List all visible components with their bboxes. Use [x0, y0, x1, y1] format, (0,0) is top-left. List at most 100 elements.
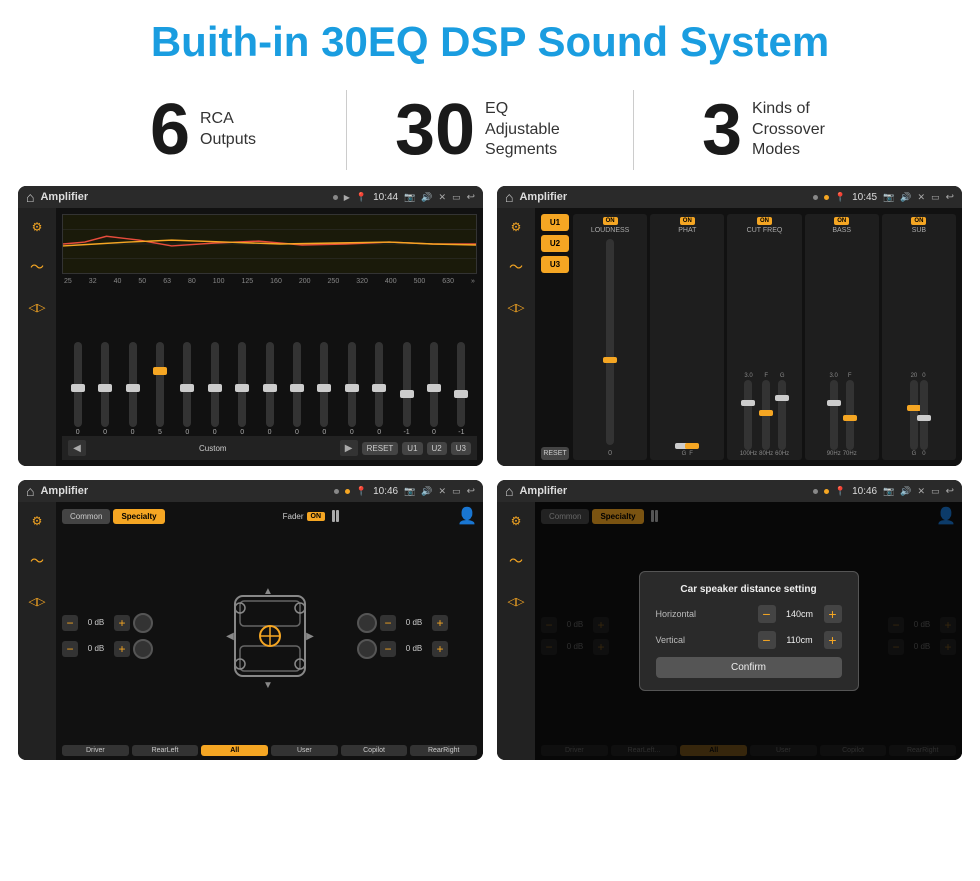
vertical-minus[interactable]: −	[758, 631, 776, 649]
eq-slider-4[interactable]: 5	[146, 342, 173, 436]
sub-sliders: 20 G 0 0	[910, 236, 928, 457]
eq-icon-2[interactable]: ⚙	[505, 216, 527, 238]
wave-icon-3[interactable]: 〜	[26, 550, 48, 572]
screen4-fader-area: Common Specialty 👤 − 0 dB +	[535, 502, 962, 760]
next-arrow[interactable]: ▶	[340, 440, 358, 456]
eq-slider-11[interactable]: 0	[338, 342, 365, 436]
dialog-box: Car speaker distance setting Horizontal …	[639, 571, 859, 691]
phat-label: PHAT	[678, 227, 696, 234]
wave-icon-4[interactable]: 〜	[505, 550, 527, 572]
home-icon-3[interactable]: ⌂	[26, 483, 34, 499]
u2-button-eq[interactable]: U2	[427, 442, 447, 455]
eq-slider-9[interactable]: 0	[283, 342, 310, 436]
eq-label-100: 100	[213, 278, 225, 285]
eq-slider-13[interactable]: -1	[393, 342, 420, 436]
eq-slider-15[interactable]: -1	[448, 342, 475, 436]
play-icon-1: ▶	[344, 193, 350, 202]
eq-icon-4[interactable]: ⚙	[505, 510, 527, 532]
stat-item-crossover: 3 Kinds ofCrossover Modes	[634, 94, 920, 166]
fader-on-badge: ON	[307, 512, 326, 521]
screen3-fader-area: Common Specialty Fader ON 👤 −	[56, 502, 483, 760]
eq-slider-3[interactable]: 0	[119, 342, 146, 436]
driver-btn[interactable]: Driver	[62, 745, 129, 756]
user-btn[interactable]: User	[271, 745, 338, 756]
screen-dialog: ⌂ Amplifier 📍 10:46 📷 🔊 ✕ ▭ ↩ ⚙ 〜 ◁▷ Com…	[497, 480, 962, 760]
eq-label-320: 320	[356, 278, 368, 285]
fr-plus[interactable]: +	[432, 615, 448, 631]
horizontal-label: Horizontal	[656, 609, 716, 619]
eq-label-63: 63	[163, 278, 171, 285]
eq-bottom-bar: ◀ Custom ▶ RESET U1 U2 U3	[62, 436, 477, 460]
prev-arrow[interactable]: ◀	[68, 440, 86, 456]
reset-preset[interactable]: RESET	[541, 447, 569, 460]
speaker-layout-grid: − 0 dB + − 0 dB +	[62, 529, 477, 742]
speaker-icon-4[interactable]: ◁▷	[505, 590, 527, 612]
eq-slider-7[interactable]: 0	[228, 342, 255, 436]
specialty-tab[interactable]: Specialty	[113, 509, 164, 524]
eq-icon-3[interactable]: ⚙	[26, 510, 48, 532]
rl-plus[interactable]: +	[114, 641, 130, 657]
home-icon-2[interactable]: ⌂	[505, 189, 513, 205]
eq-slider-8[interactable]: 0	[256, 342, 283, 436]
status-dot-1	[333, 195, 338, 200]
eq-slider-5[interactable]: 0	[174, 342, 201, 436]
vertical-plus[interactable]: +	[824, 631, 842, 649]
confirm-button[interactable]: Confirm	[656, 657, 842, 678]
reset-button-eq[interactable]: RESET	[362, 442, 399, 455]
eq-slider-12[interactable]: 0	[365, 342, 392, 436]
wave-icon-1[interactable]: 〜	[26, 256, 48, 278]
fr-value: 0 dB	[399, 618, 429, 627]
fl-minus[interactable]: −	[62, 615, 78, 631]
common-tab[interactable]: Common	[62, 509, 110, 524]
screen-fader: ⌂ Amplifier 📍 10:46 📷 🔊 ✕ ▭ ↩ ⚙ 〜 ◁▷ Com…	[18, 480, 483, 760]
all-btn[interactable]: All	[201, 745, 268, 756]
loudness-slider[interactable]	[606, 239, 614, 445]
fl-plus[interactable]: +	[114, 615, 130, 631]
screen1-title: Amplifier	[40, 191, 326, 203]
speaker-icon-2[interactable]: ◁▷	[505, 296, 527, 318]
u3-preset[interactable]: U3	[541, 256, 569, 273]
u1-preset[interactable]: U1	[541, 214, 569, 231]
horizontal-value: 140cm	[780, 609, 820, 619]
u2-preset[interactable]: U2	[541, 235, 569, 252]
rr-value: 0 dB	[399, 644, 429, 653]
back-icon-2[interactable]: ↩	[946, 192, 954, 203]
car-diagram: ▲ ▼ ◀ ▶	[186, 576, 353, 696]
rearleft-btn[interactable]: RearLeft	[132, 745, 199, 756]
speaker-icon-1[interactable]: ◁▷	[26, 296, 48, 318]
eq-slider-10[interactable]: 0	[311, 342, 338, 436]
eq-slider-14[interactable]: 0	[420, 342, 447, 436]
horizontal-plus[interactable]: +	[824, 605, 842, 623]
car-svg: ▲ ▼ ◀ ▶	[225, 576, 315, 696]
back-icon-1[interactable]: ↩	[467, 192, 475, 203]
screen3-time: 10:46	[373, 486, 398, 497]
rr-minus[interactable]: −	[380, 641, 396, 657]
copilot-btn[interactable]: Copilot	[341, 745, 408, 756]
fader-tabs-row: Common Specialty Fader ON 👤	[62, 506, 477, 526]
volume-icon-1: 🔊	[421, 192, 432, 203]
wave-icon-2[interactable]: 〜	[505, 256, 527, 278]
eq-label-32: 32	[89, 278, 97, 285]
u3-button-eq[interactable]: U3	[451, 442, 471, 455]
fr-minus[interactable]: −	[380, 615, 396, 631]
eq-slider-1[interactable]: 0	[64, 342, 91, 436]
svg-text:▼: ▼	[263, 680, 273, 691]
back-icon-3[interactable]: ↩	[467, 486, 475, 497]
speaker-icon-3[interactable]: ◁▷	[26, 590, 48, 612]
rr-plus[interactable]: +	[432, 641, 448, 657]
horizontal-minus[interactable]: −	[758, 605, 776, 623]
screen2-amp-area: U1 U2 U3 RESET ON LOUDNESS 0	[535, 208, 962, 466]
bottom-buttons-3: Driver RearLeft All User Copilot RearRig…	[62, 745, 477, 756]
eq-slider-6[interactable]: 0	[201, 342, 228, 436]
home-icon-1[interactable]: ⌂	[26, 189, 34, 205]
bass-sliders: 3.0 90Hz F 70Hz	[827, 236, 857, 457]
rl-minus[interactable]: −	[62, 641, 78, 657]
back-icon-4[interactable]: ↩	[946, 486, 954, 497]
u1-button-eq[interactable]: U1	[402, 442, 422, 455]
rearright-btn[interactable]: RearRight	[410, 745, 477, 756]
eq-slider-2[interactable]: 0	[91, 342, 118, 436]
cutfreq-sliders: 3.0 100Hz F 80Hz	[740, 236, 789, 457]
close-icon-2: ✕	[918, 192, 926, 203]
eq-icon-1[interactable]: ⚙	[26, 216, 48, 238]
home-icon-4[interactable]: ⌂	[505, 483, 513, 499]
